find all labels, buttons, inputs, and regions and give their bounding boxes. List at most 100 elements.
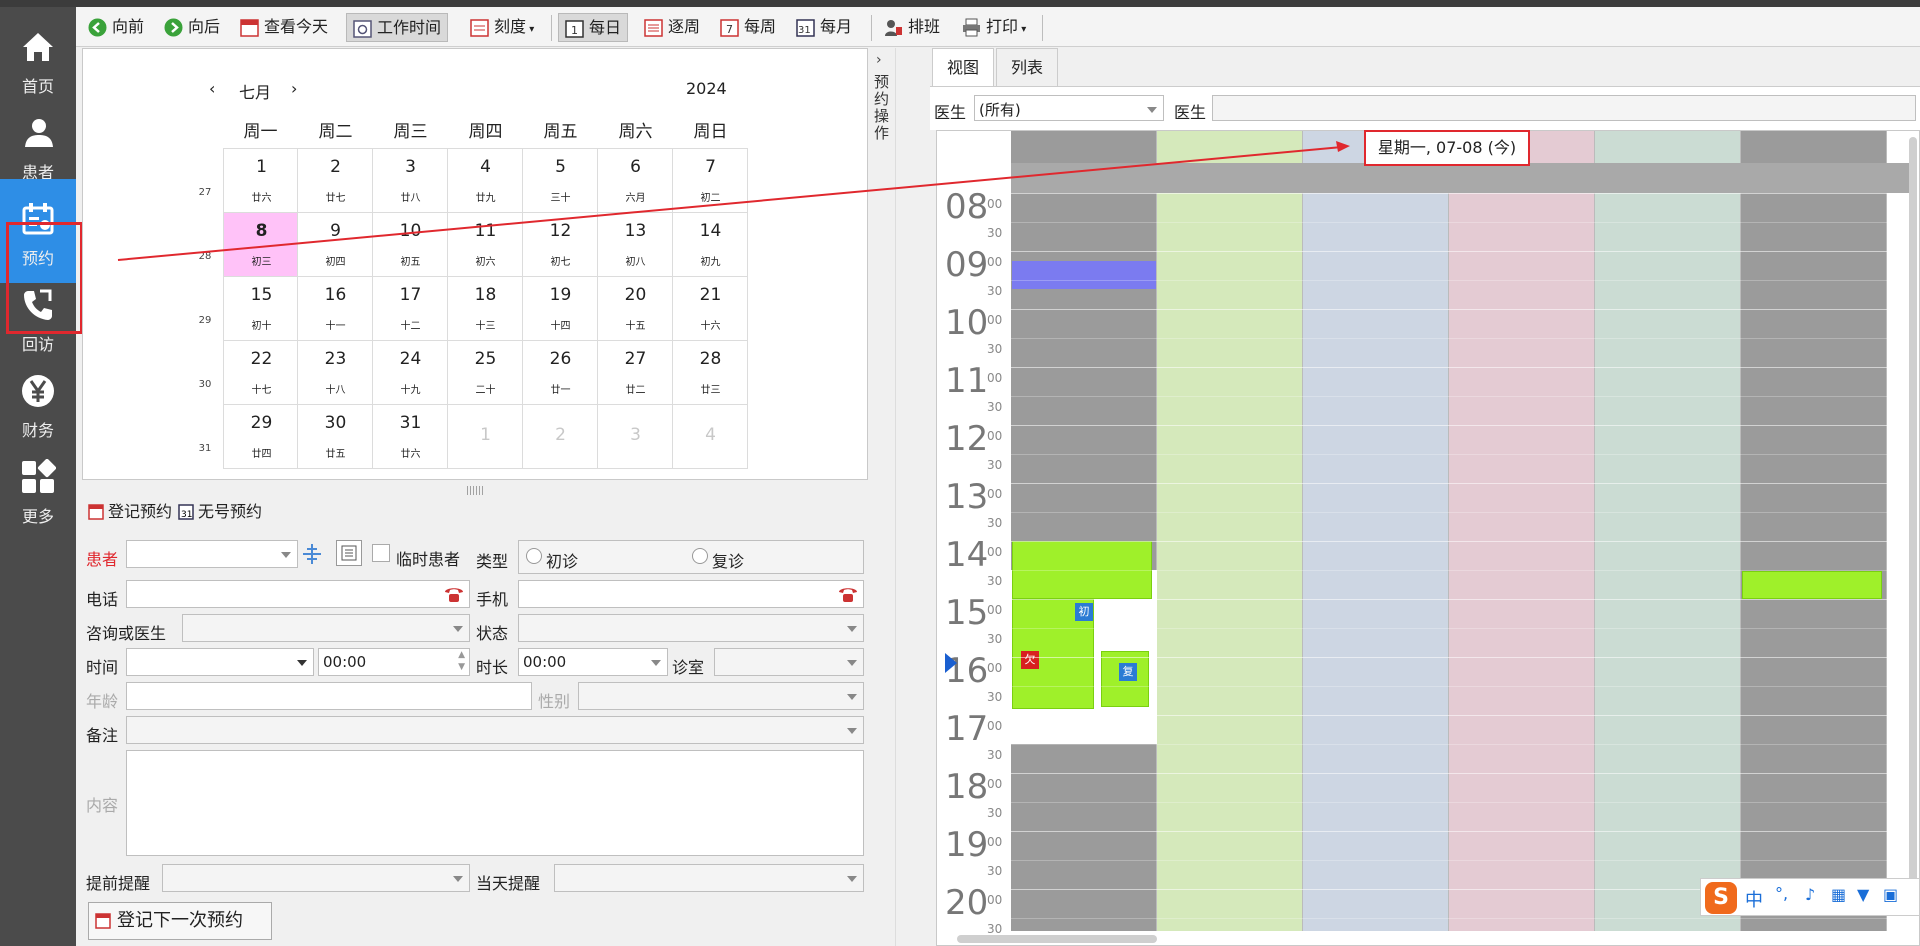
next-button[interactable]: 向后 [158,13,220,42]
duration-select[interactable]: 00:00 [518,648,668,676]
calendar-prev-button[interactable]: ‹ [209,79,215,98]
vertical-scrollbar[interactable] [1909,137,1917,907]
phone-input[interactable] [126,580,470,608]
view-byweek-button[interactable]: 逐周 [638,13,700,42]
first-visit-radio[interactable] [526,548,542,564]
calendar-day[interactable]: 29 廿四 [223,405,298,469]
time-stepper[interactable]: 00:00 ▲ ▼ [318,648,470,676]
calendar-day[interactable]: 3 [598,405,673,469]
calendar-day[interactable]: 26 廿一 [523,341,598,405]
calendar-day[interactable]: 10 初五 [373,213,448,277]
ime-toolbar[interactable]: S 中 °, ♪ ▦ ▼ ▣ [1700,878,1920,916]
remind-before-select[interactable] [162,864,470,892]
calendar-day[interactable]: 3 廿八 [373,149,448,213]
shift-button[interactable]: 排班 [878,13,940,42]
calendar-day[interactable]: 5 三十 [523,149,598,213]
minute-label: 00 [987,545,1003,559]
nav-item-more[interactable]: 更多 [0,437,76,541]
ime-mode[interactable]: 中 [1745,886,1763,912]
remind-day-select[interactable] [554,864,864,892]
doctor-select[interactable]: (所有) [974,95,1164,121]
lunar-date: 十三 [475,321,496,332]
calendar-day[interactable]: 9 初四 [298,213,373,277]
calendar-day[interactable]: 6 六月 [598,149,673,213]
room-select[interactable] [714,648,864,676]
calendar-day[interactable]: 30 廿五 [298,405,373,469]
calendar-day[interactable]: 20 十五 [598,277,673,341]
calendar-day[interactable]: 4 廿九 [448,149,523,213]
view-month-button[interactable]: 31 每月 [790,13,852,42]
prev-button[interactable]: 向前 [82,13,144,42]
appointment-ops-sidebar[interactable]: › 预约操作 [868,48,896,946]
view-week-button[interactable]: 7 每周 [714,13,776,42]
telephone-icon[interactable] [443,584,465,604]
date-select[interactable] [126,648,314,676]
calendar-day[interactable]: 28 廿三 [673,341,748,405]
calendar-month[interactable]: 七月 [239,79,271,103]
gender-select[interactable] [578,682,864,710]
temp-patient-checkbox[interactable] [372,544,390,562]
mobile-input[interactable] [518,580,864,608]
revisit-radio[interactable] [692,548,708,564]
tab-nonum-appointment[interactable]: 31 无号预约 [176,496,262,528]
register-next-button[interactable]: 登记下一次预约 [88,902,272,940]
calendar-day[interactable]: 7 初二 [673,149,748,213]
calendar-day[interactable]: 27 廿二 [598,341,673,405]
calendar-day-today[interactable]: 8 初三 [223,213,298,277]
calendar-day[interactable]: 2 廿七 [298,149,373,213]
calendar-day[interactable]: 13 初八 [598,213,673,277]
calendar-day[interactable]: 24 十九 [373,341,448,405]
calendar-day[interactable]: 1 廿六 [223,149,298,213]
patient-list-button[interactable] [336,540,362,566]
calendar-day[interactable]: 18 十三 [448,277,523,341]
calendar-day[interactable]: 11 初六 [448,213,523,277]
calendar-day[interactable]: 15 初十 [223,277,298,341]
tab-list[interactable]: 列表 [996,48,1059,86]
ime-grid-icon[interactable]: ▣ [1883,885,1898,904]
calendar-year[interactable]: 2024 [686,79,727,98]
consult-doctor-select[interactable] [182,614,470,642]
calendar-day[interactable]: 19 十四 [523,277,598,341]
chevron-right-icon[interactable]: › [876,52,882,68]
telephone-icon[interactable] [837,584,859,604]
patient-select[interactable] [126,540,298,568]
appointment-block[interactable] [1012,261,1156,289]
calendar-day[interactable]: 1 [448,405,523,469]
calendar-day[interactable]: 2 [523,405,598,469]
calendar-day[interactable]: 22 十七 [223,341,298,405]
calendar-day[interactable]: 16 十一 [298,277,373,341]
microphone-icon[interactable]: ♪ [1805,885,1815,904]
tab-view[interactable]: 视图 [932,48,995,86]
content-textarea[interactable] [126,750,864,856]
keyboard-icon[interactable]: ▦ [1831,885,1846,904]
calendar-day[interactable]: 12 初七 [523,213,598,277]
half-hour-line [1011,280,1911,281]
calendar-day[interactable]: 14 初九 [673,213,748,277]
horizontal-scrollbar[interactable] [957,935,1157,943]
minute-label: 30 [987,864,1003,878]
print-dropdown[interactable]: 打印 ▾ [956,13,1026,42]
stepper-arrows-icon[interactable]: ▲ ▼ [458,649,465,673]
view-day-button[interactable]: 1 每日 [558,13,629,42]
doctor-list-bar[interactable] [1212,95,1916,121]
remind-before-label: 提前提醒 [86,874,151,893]
calendar-day[interactable]: 21 十六 [673,277,748,341]
panel-splitter[interactable]: |||||| [466,486,486,496]
patient-adjust-button[interactable] [300,541,324,567]
tab-register-appointment[interactable]: 登记预约 [86,496,172,528]
remark-select[interactable] [126,716,864,744]
scale-dropdown[interactable]: 刻度 ▾ [464,13,534,42]
calendar-day[interactable]: 17 十二 [373,277,448,341]
worktime-button[interactable]: 工作时间 [346,13,449,42]
calendar-next-button[interactable]: › [291,79,297,98]
skin-icon[interactable]: ▼ [1857,885,1869,904]
status-select[interactable] [518,614,864,642]
calendar-day[interactable]: 31 廿六 [373,405,448,469]
appointment-block[interactable] [1742,571,1882,599]
calendar-day[interactable]: 4 [673,405,748,469]
age-input[interactable] [126,682,532,710]
calendar-day[interactable]: 23 十八 [298,341,373,405]
ime-punct-icon[interactable]: °, [1775,884,1788,903]
calendar-day[interactable]: 25 二十 [448,341,523,405]
today-button[interactable]: 查看今天 [234,13,328,42]
